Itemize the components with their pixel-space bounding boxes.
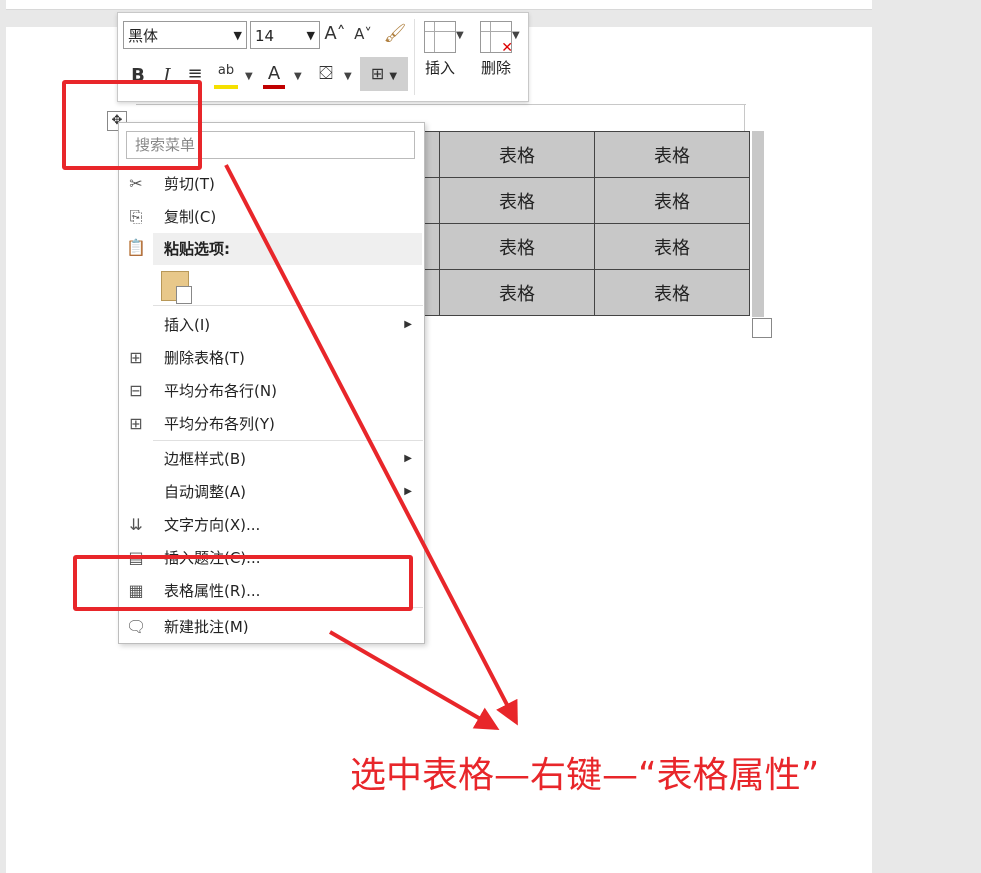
annotation-arrows [224, 164, 518, 731]
arrow-from-handle [224, 164, 518, 726]
arrow-from-properties [328, 630, 500, 731]
annotation-caption: 选中表格—右键—“表格属性” [350, 755, 820, 796]
